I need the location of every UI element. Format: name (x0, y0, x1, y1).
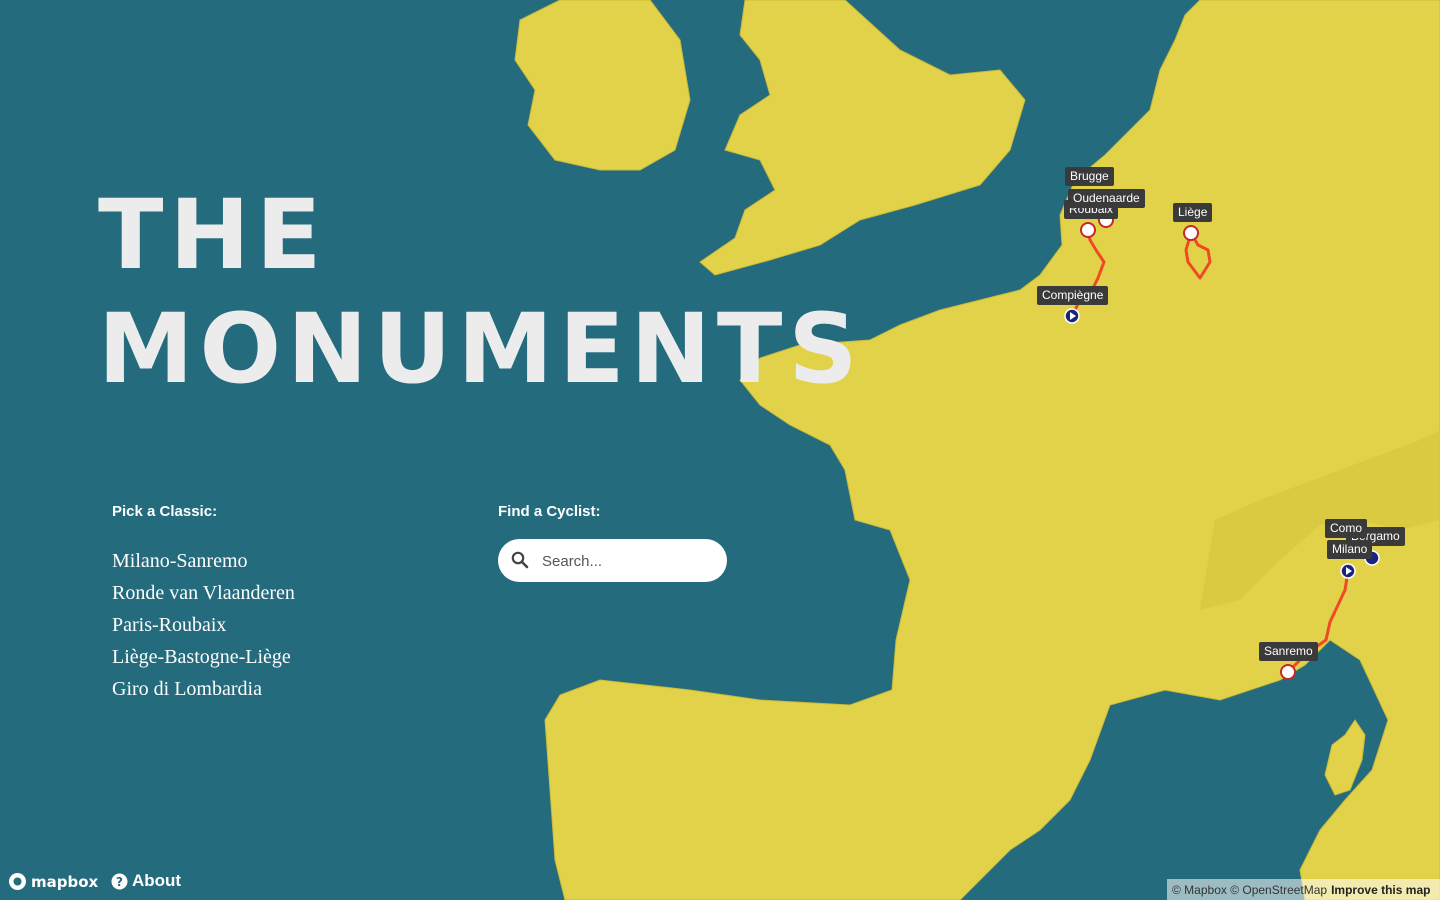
map-label-como: Como (1325, 519, 1368, 538)
cyclist-label: Find a Cyclist: (498, 503, 601, 520)
classic-item-liege-bastogne-liege[interactable]: Liège-Bastogne-Liège (112, 641, 295, 673)
mapbox-icon (9, 873, 26, 890)
map-label-oudenaarde: Oudenaarde (1068, 189, 1145, 208)
mapbox-logo[interactable]: mapbox (8, 872, 98, 891)
cyclist-search-input[interactable] (540, 547, 719, 576)
improve-map-link[interactable]: Improve this map (1331, 883, 1430, 897)
classic-item-milano-sanremo[interactable]: Milano-Sanremo (112, 545, 295, 577)
page-title: THE MONUMENTS (98, 178, 864, 406)
title-line-1: THE (98, 179, 328, 291)
map-label-compiegne: Compiègne (1037, 286, 1109, 305)
classic-item-giro-di-lombardia[interactable]: Giro di Lombardia (112, 673, 295, 705)
classics-list: Milano-Sanremo Ronde van Vlaanderen Pari… (112, 545, 295, 705)
classics-label: Pick a Classic: (112, 503, 218, 520)
title-line-2: MONUMENTS (98, 293, 864, 405)
map-attribution: © Mapbox © OpenStreetMap Improve this ma… (1167, 879, 1440, 900)
about-button[interactable]: ? About (111, 871, 181, 891)
about-label: About (132, 871, 182, 890)
map-label-brugge: Brugge (1065, 167, 1114, 186)
svg-text:?: ? (116, 875, 123, 889)
search-icon (511, 551, 529, 569)
classic-item-paris-roubaix[interactable]: Paris-Roubaix (112, 609, 295, 641)
map-label-sanremo: Sanremo (1259, 642, 1318, 661)
map-label-liege: Liège (1173, 203, 1213, 222)
question-icon: ? (111, 873, 128, 889)
mapbox-logo-text: mapbox (31, 872, 99, 891)
map-canvas[interactable] (0, 0, 1440, 900)
cyclist-search-box[interactable] (498, 539, 727, 582)
classic-item-ronde-van-vlaanderen[interactable]: Ronde van Vlaanderen (112, 577, 295, 609)
map-label-milano: Milano (1327, 540, 1373, 559)
attribution-text[interactable]: © Mapbox © OpenStreetMap (1172, 883, 1327, 897)
